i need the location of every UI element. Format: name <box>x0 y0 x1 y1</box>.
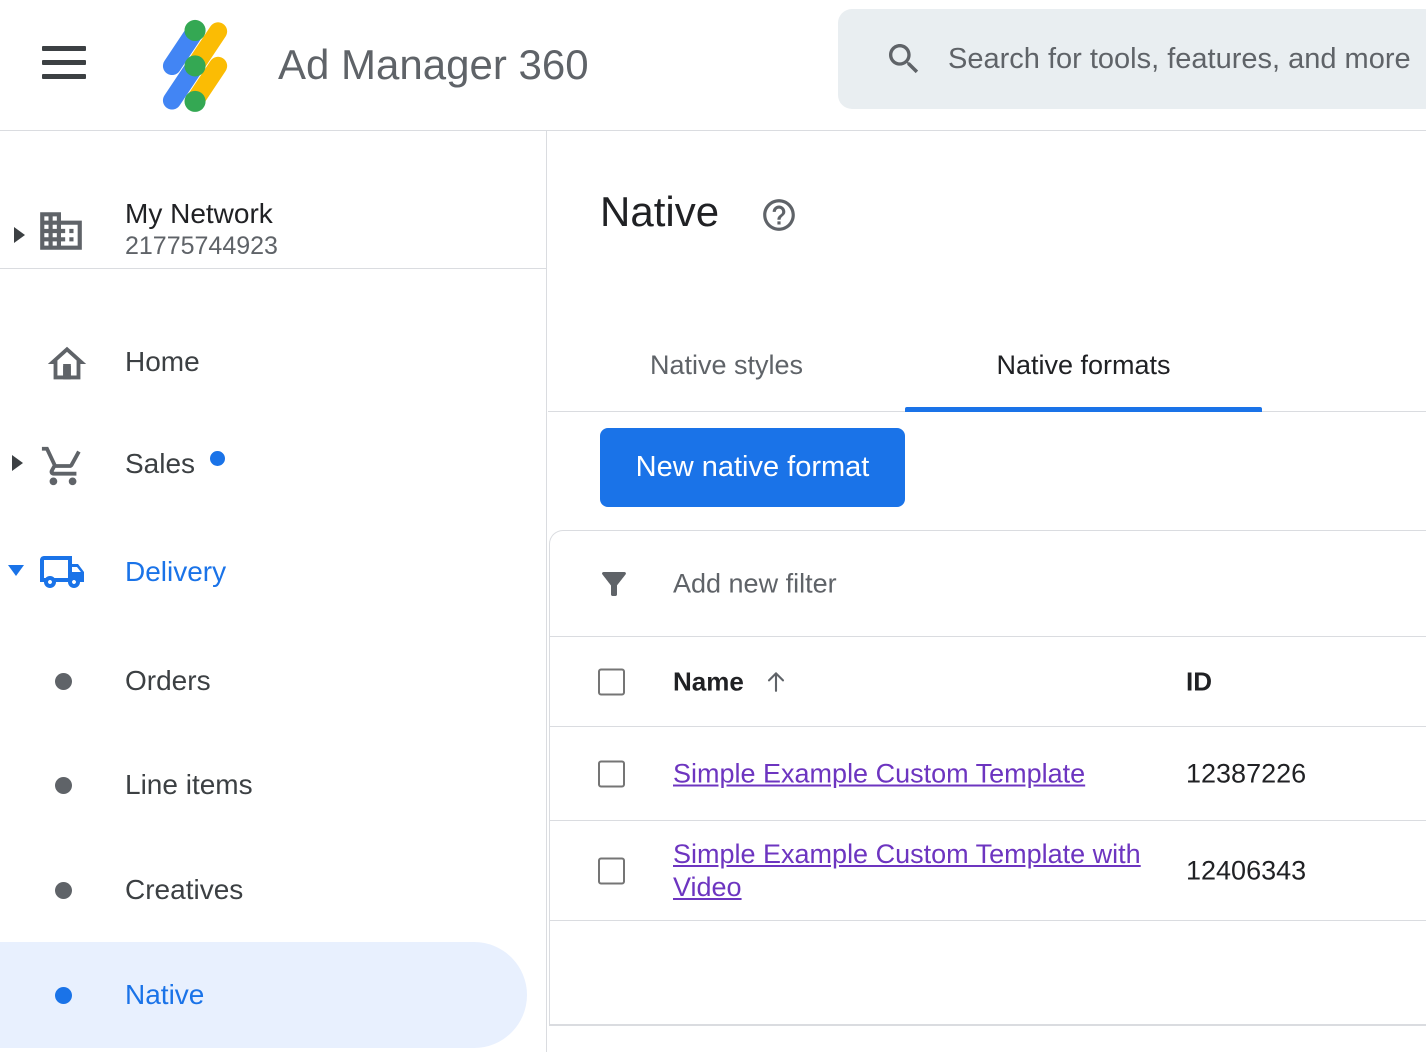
truck-icon <box>38 548 86 596</box>
sidebar-item-line-items[interactable]: Line items <box>0 740 546 830</box>
select-all-checkbox[interactable] <box>598 668 625 695</box>
divider <box>0 268 547 269</box>
ad-manager-app: Ad Manager 360 Search for tools, feature… <box>0 0 1426 1052</box>
sidebar-item-label: Sales <box>125 448 195 480</box>
sidebar: My Network 21775744923 Home Sales <box>0 131 547 1052</box>
add-filter-placeholder: Add new filter <box>673 568 837 599</box>
sidebar-item-label: Creatives <box>125 874 243 906</box>
search-placeholder: Search for tools, features, and more <box>948 43 1411 76</box>
menu-icon[interactable] <box>42 46 86 79</box>
network-id: 21775744923 <box>125 232 278 261</box>
sidebar-item-native[interactable]: Native <box>0 950 546 1040</box>
row-checkbox[interactable] <box>598 760 625 787</box>
sidebar-item-creatives[interactable]: Creatives <box>0 845 546 935</box>
network-selector[interactable]: My Network 21775744923 <box>0 160 546 260</box>
sidebar-item-label: Delivery <box>125 556 226 588</box>
tab-native-styles[interactable]: Native styles <box>548 318 905 412</box>
menu-bar <box>42 74 86 79</box>
page-title: Native <box>600 188 719 236</box>
active-tab-underline <box>905 407 1262 412</box>
app-title: Ad Manager 360 <box>278 0 589 130</box>
bullet-icon <box>55 987 72 1004</box>
building-icon <box>36 206 86 256</box>
network-name: My Network <box>125 198 273 230</box>
ad-manager-logo-icon <box>150 16 242 112</box>
tab-native-formats[interactable]: Native formats <box>905 318 1262 412</box>
column-header-id[interactable]: ID <box>1186 666 1212 697</box>
collapse-down-icon[interactable] <box>8 565 24 576</box>
table-row: Simple Example Custom Template with Vide… <box>550 821 1426 921</box>
arrow-up-icon <box>762 668 790 696</box>
expand-right-icon[interactable] <box>14 227 25 243</box>
sidebar-item-home[interactable]: Home <box>0 318 546 408</box>
sidebar-item-label: Line items <box>125 769 253 801</box>
sidebar-item-delivery[interactable]: Delivery <box>0 527 546 617</box>
sidebar-item-label: Orders <box>125 665 211 697</box>
native-format-link[interactable]: Simple Example Custom Template <box>673 757 1085 790</box>
native-formats-table: Add new filter Name ID Simple Example Cu… <box>549 530 1426 1026</box>
menu-bar <box>42 46 86 51</box>
row-checkbox[interactable] <box>598 857 625 884</box>
table-empty-area <box>550 921 1426 1024</box>
cart-icon <box>40 443 86 489</box>
top-bar: Ad Manager 360 Search for tools, feature… <box>0 0 1426 131</box>
bullet-icon <box>55 882 72 899</box>
help-circle-icon[interactable] <box>760 196 798 234</box>
notification-dot <box>210 451 225 466</box>
global-search-input[interactable]: Search for tools, features, and more <box>838 9 1426 109</box>
bullet-icon <box>55 673 72 690</box>
table-header-row: Name ID <box>550 637 1426 727</box>
sidebar-item-label: Native <box>125 979 204 1011</box>
native-format-id: 12387226 <box>1186 758 1306 789</box>
search-icon <box>884 39 924 79</box>
bullet-icon <box>55 777 72 794</box>
menu-bar <box>42 60 86 65</box>
native-format-link[interactable]: Simple Example Custom Template with Vide… <box>673 838 1143 904</box>
home-icon <box>44 341 90 387</box>
sidebar-item-sales[interactable]: Sales <box>0 421 546 511</box>
filter-funnel-icon <box>596 566 632 602</box>
column-header-name[interactable]: Name <box>673 666 790 697</box>
sidebar-item-orders[interactable]: Orders <box>0 636 546 726</box>
sidebar-item-label: Home <box>125 346 200 378</box>
native-format-id: 12406343 <box>1186 855 1306 886</box>
table-row: Simple Example Custom Template 12387226 <box>550 727 1426 821</box>
add-filter-row[interactable]: Add new filter <box>550 531 1426 637</box>
expand-right-icon[interactable] <box>12 455 23 471</box>
new-native-format-button[interactable]: New native format <box>600 428 905 507</box>
